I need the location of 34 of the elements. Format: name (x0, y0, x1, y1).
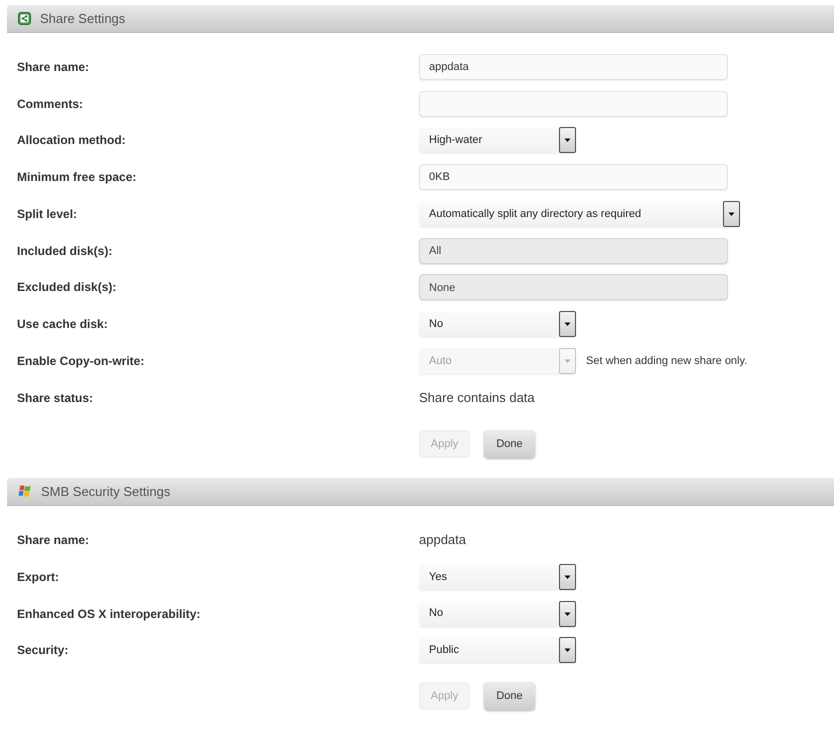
field-note: Set when adding new share only. (586, 354, 748, 369)
section-title: SMB Security Settings (41, 482, 170, 501)
field-label: Comments: (17, 96, 84, 113)
field-label: Included disk(s): (17, 242, 114, 260)
dropdown[interactable]: Yes (419, 564, 576, 590)
form-button[interactable]: Done (484, 430, 535, 458)
field-value: Share contains data (419, 388, 535, 407)
field-label: Allocation method: (17, 132, 127, 150)
field-label: Share name: (17, 58, 90, 76)
field-value: appdata (419, 531, 466, 550)
field-label: Excluded disk(s): (17, 279, 118, 296)
windows-flag-icon (18, 485, 32, 498)
dropdown[interactable]: Automatically split any directory as required (419, 200, 740, 227)
text-field[interactable]: appdata (419, 54, 728, 80)
field-label: Security: (17, 642, 70, 660)
field-label: Enable Copy-on-write: (17, 352, 146, 370)
form-button[interactable]: Done (484, 682, 535, 710)
dropdown[interactable]: High-water (419, 127, 576, 154)
dropdown[interactable]: Public (419, 637, 576, 664)
field-label: Export: (17, 568, 60, 586)
share-icon (18, 12, 31, 25)
disk-select-field[interactable]: None (419, 274, 728, 300)
dropdown[interactable]: No (419, 311, 576, 338)
field-label: Share name: (17, 532, 90, 550)
text-field[interactable]: 0KB (419, 164, 728, 190)
text-field[interactable] (419, 90, 728, 117)
field-label: Enhanced OS X interoperability: (17, 606, 202, 623)
disk-select-field[interactable]: All (419, 238, 728, 264)
field-label: Share status: (17, 390, 94, 407)
field-label: Minimum free space: (17, 169, 138, 186)
field-label: Split level: (17, 206, 78, 223)
section-title: Share Settings (40, 10, 126, 28)
field-label: Use cache disk: (17, 316, 109, 334)
dropdown[interactable]: No (419, 600, 576, 627)
